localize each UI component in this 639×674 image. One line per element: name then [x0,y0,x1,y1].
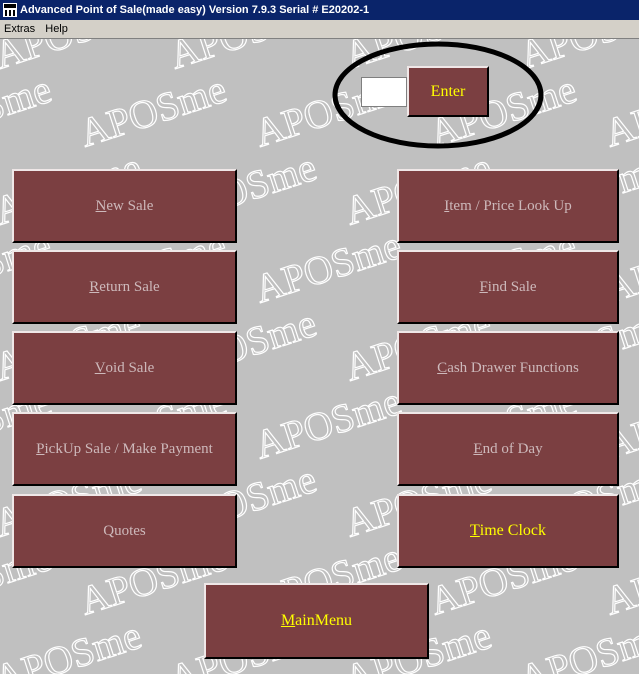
watermark-text: APOSme [74,66,232,156]
watermark-text: APOSme [249,222,407,312]
watermark-text: APOSme [514,39,639,78]
void-sale-label: oid Sale [105,359,155,376]
main-menu-button[interactable]: MainMenu [204,583,429,659]
time-clock-label: ime Clock [479,522,546,539]
find-sale-button[interactable]: Find Sale [397,250,619,324]
time-clock-accel: T [470,522,480,539]
pickup-sale-accel: P [36,440,45,457]
window-title: Advanced Point of Sale(made easy) Versio… [20,4,370,16]
watermark-text: APOSme [0,612,147,674]
enter-button-label: Enter [430,82,466,100]
end-of-day-button[interactable]: End of Day [397,412,619,486]
void-sale-accel: V [94,359,106,376]
new-sale-label: ew Sale [106,197,154,214]
pos-app-icon [3,3,17,17]
quotes-label: Quotes [103,522,146,539]
menu-help[interactable]: Help [41,20,71,38]
find-sale-accel: F [479,278,488,295]
end-of-day-label: nd of Day [482,440,543,457]
cash-drawer-accel: C [437,359,448,376]
new-sale-accel: N [95,197,107,214]
watermark-text: APOSme [249,378,407,468]
void-sale-button[interactable]: Void Sale [12,331,237,405]
return-sale-accel: R [89,278,100,295]
cash-drawer-button[interactable]: Cash Drawer Functions [397,331,619,405]
item-lookup-label: tem / Price Look Up [449,197,572,214]
enter-button[interactable]: Enter [407,66,489,117]
entry-field[interactable] [361,77,407,107]
watermark-text: APOSme [0,66,57,156]
time-clock-button[interactable]: Time Clock [397,494,619,568]
pickup-sale-button[interactable]: PickUp Sale / Make Payment [12,412,237,486]
cash-drawer-label: ash Drawer Functions [447,359,579,376]
item-price-lookup-button[interactable]: Item / Price Look Up [397,169,619,243]
return-sale-label: eturn Sale [99,278,160,295]
menu-extras[interactable]: Extras [0,20,38,38]
watermark-text: APOSme [514,612,639,674]
return-sale-button[interactable]: Return Sale [12,250,237,324]
menu-bar: Extras Help [0,20,639,39]
end-of-day-accel: E [473,440,483,457]
window-titlebar[interactable]: Advanced Point of Sale(made easy) Versio… [0,0,639,20]
main-menu-label: ainMenu [295,612,353,629]
main-menu-accel: M [280,612,296,629]
watermark-text: APOSme [164,39,322,78]
new-sale-button[interactable]: New Sale [12,169,237,243]
main-workspace: APOSme APOSme APOSme APOSme APOSme APOSme APOS… [0,39,639,674]
watermark-text: APOSme [599,66,639,156]
quotes-button[interactable]: Quotes [12,494,237,568]
pickup-sale-label: ickUp Sale / Make Payment [44,440,213,457]
find-sale-label: ind Sale [487,278,537,295]
